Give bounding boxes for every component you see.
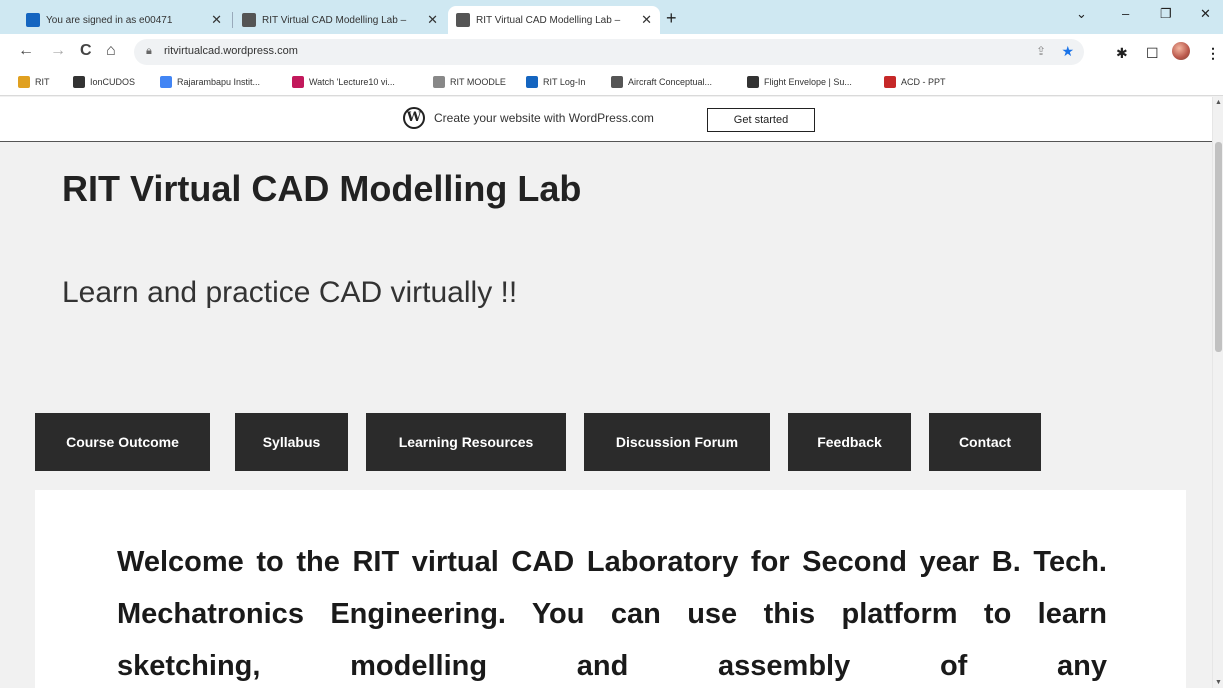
- moodle-icon: [433, 76, 445, 88]
- s-favicon-icon: [526, 76, 538, 88]
- tab-cad-lab-1[interactable]: RIT Virtual CAD Modelling Lab – ✕: [234, 6, 446, 34]
- nav-course-outcome[interactable]: Course Outcome: [35, 413, 210, 471]
- extensions-icon[interactable]: ✱: [1116, 45, 1128, 62]
- new-tab-button[interactable]: +: [666, 8, 677, 29]
- bookmark-star-icon[interactable]: ★: [1061, 43, 1074, 60]
- tab-strip: You are signed in as e00471 ✕ RIT Virtua…: [0, 0, 1223, 34]
- ppt-icon: [884, 76, 896, 88]
- profile-avatar[interactable]: [1172, 42, 1190, 60]
- graduation-cap-icon: [611, 76, 623, 88]
- bookmark-flight-envelope[interactable]: Flight Envelope | Su...: [747, 76, 852, 88]
- bookmark-rit-login[interactable]: RIT Log-In: [526, 76, 585, 88]
- nav-discussion-forum[interactable]: Discussion Forum: [584, 413, 770, 471]
- site-tagline: Learn and practice CAD virtually !!: [62, 276, 518, 309]
- scroll-down-icon[interactable]: ▼: [1215, 679, 1222, 686]
- share-icon[interactable]: ⇪: [1036, 44, 1046, 58]
- minimize-button[interactable]: –: [1122, 6, 1129, 21]
- close-icon[interactable]: ✕: [205, 12, 222, 28]
- site-favicon-icon: [242, 13, 256, 27]
- content-card: Welcome to the RIT virtual CAD Laborator…: [35, 490, 1186, 688]
- video-icon: [292, 76, 304, 88]
- close-window-button[interactable]: ✕: [1200, 6, 1211, 22]
- bookmark-ioncudos[interactable]: IonCUDOS: [73, 76, 135, 88]
- close-icon[interactable]: ✕: [635, 12, 652, 28]
- url-text[interactable]: ritvirtualcad.wordpress.com: [164, 45, 298, 57]
- lock-icon[interactable]: 🔒︎: [146, 45, 152, 58]
- s-favicon-icon: [26, 13, 40, 27]
- wp-banner-text[interactable]: Create your website with WordPress.com: [434, 111, 654, 125]
- site-title[interactable]: RIT Virtual CAD Modelling Lab: [62, 168, 581, 210]
- page-scrollbar[interactable]: ▲ ▼: [1212, 97, 1223, 688]
- scrollbar-thumb[interactable]: [1215, 142, 1222, 352]
- welcome-text: Welcome to the RIT virtual CAD Laborator…: [117, 546, 1107, 682]
- rit-icon: [18, 76, 30, 88]
- bookmark-rit[interactable]: RIT: [18, 76, 50, 88]
- get-started-button[interactable]: Get started: [707, 108, 815, 132]
- side-panel-icon[interactable]: ☐: [1146, 45, 1159, 62]
- home-icon[interactable]: ⌂: [106, 42, 116, 60]
- plane-icon: [747, 76, 759, 88]
- wordpress-banner: W Create your website with WordPress.com…: [0, 97, 1212, 142]
- site-favicon-icon: [456, 13, 470, 27]
- tab-title: You are signed in as e00471: [46, 14, 173, 26]
- tab-title: RIT Virtual CAD Modelling Lab –: [476, 14, 621, 26]
- restore-button[interactable]: ❐: [1160, 6, 1172, 22]
- nav-learning-resources[interactable]: Learning Resources: [366, 413, 566, 471]
- tab-title: RIT Virtual CAD Modelling Lab –: [262, 14, 407, 26]
- bookmark-acd-ppt[interactable]: ACD - PPT: [884, 76, 946, 88]
- bookmark-lecture[interactable]: Watch 'Lecture10 vi...: [292, 76, 395, 88]
- menu-kebab-icon[interactable]: ⋮: [1206, 45, 1220, 62]
- ioncudos-icon: [73, 76, 85, 88]
- back-icon[interactable]: ←: [18, 42, 34, 60]
- bookmark-aircraft[interactable]: Aircraft Conceptual...: [611, 76, 712, 88]
- bookmark-rit-moodle[interactable]: RIT MOODLE: [433, 76, 506, 88]
- tab-search-icon[interactable]: ⌄: [1076, 6, 1087, 22]
- wordpress-logo-icon: W: [403, 107, 425, 129]
- browser-toolbar: ← → C ⌂ 🔒︎ ritvirtualcad.wordpress.com ⇪…: [0, 34, 1223, 70]
- forward-icon[interactable]: →: [50, 42, 66, 60]
- bookmarks-bar: RIT IonCUDOS Rajarambapu Instit... Watch…: [0, 70, 1223, 96]
- nav-syllabus[interactable]: Syllabus: [235, 413, 348, 471]
- address-bar[interactable]: 🔒︎ ritvirtualcad.wordpress.com ⇪ ★: [134, 39, 1084, 65]
- reload-icon[interactable]: C: [80, 42, 92, 60]
- nav-contact[interactable]: Contact: [929, 413, 1041, 471]
- google-icon: [160, 76, 172, 88]
- scroll-up-icon[interactable]: ▲: [1215, 99, 1222, 106]
- tab-signed-in[interactable]: You are signed in as e00471 ✕: [18, 6, 230, 34]
- bookmark-rajarambapu[interactable]: Rajarambapu Instit...: [160, 76, 260, 88]
- close-icon[interactable]: ✕: [421, 12, 438, 28]
- tab-cad-lab-active[interactable]: RIT Virtual CAD Modelling Lab – ✕: [448, 6, 660, 34]
- nav-feedback[interactable]: Feedback: [788, 413, 911, 471]
